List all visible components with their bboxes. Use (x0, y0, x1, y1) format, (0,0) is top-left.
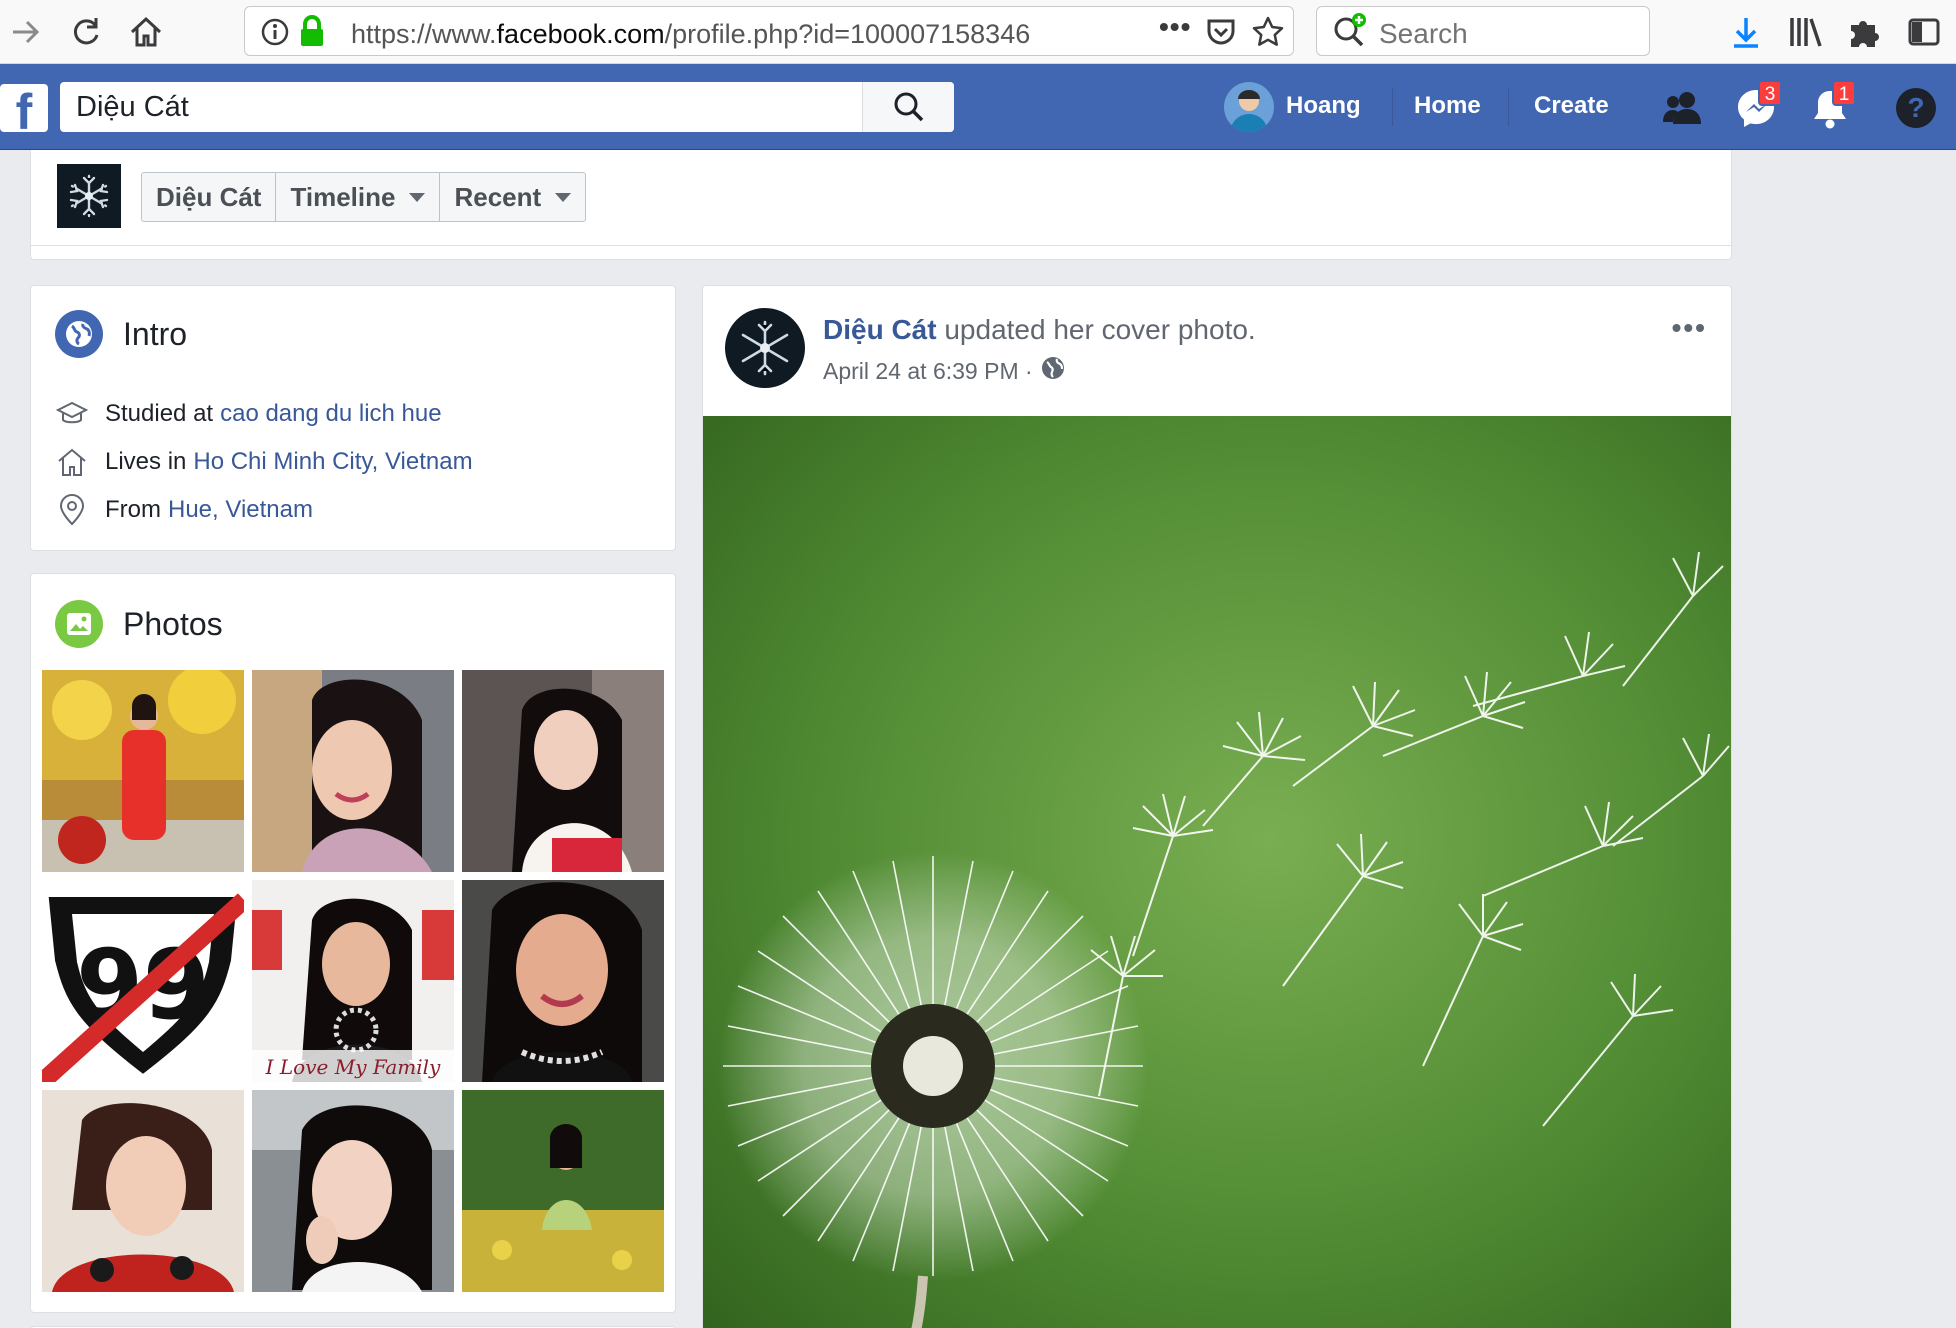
facebook-top-nav: f Diệu Cát Hoang Home Create 3 1 ? (0, 64, 1956, 150)
info-icon[interactable] (261, 18, 289, 51)
bookmark-star-icon[interactable] (1251, 15, 1285, 54)
education-prefix: Studied at (105, 400, 214, 427)
url-text[interactable]: https://www.facebook.com/profile.php?id=… (351, 19, 1071, 50)
facebook-logo[interactable]: f (0, 84, 48, 132)
post-author-avatar[interactable] (725, 308, 805, 388)
house-icon (55, 445, 89, 479)
url-bar[interactable]: https://www.facebook.com/profile.php?id=… (244, 6, 1294, 56)
extensions-icon[interactable] (1842, 10, 1886, 54)
chevron-down-icon (409, 192, 426, 202)
photo-thumbnail[interactable]: 99 (42, 880, 244, 1082)
photo-thumbnail[interactable] (462, 880, 664, 1082)
post-card: Diệu Cát updated her cover photo. April … (702, 285, 1732, 1328)
profile-name-tab[interactable]: Diệu Cát (142, 173, 277, 221)
photos-card: Photos 99 I Love My Family (30, 573, 676, 1313)
help-icon[interactable]: ? (1894, 86, 1938, 130)
messages-badge: 3 (1758, 80, 1782, 106)
photos-title: Photos (123, 606, 223, 642)
profile-mini-avatar[interactable] (57, 164, 121, 228)
lives-prefix: Lives in (105, 448, 187, 475)
notifications-badge: 1 (1832, 80, 1856, 106)
photo-thumbnail[interactable]: I Love My Family (252, 880, 454, 1082)
help-glyph: ? (1896, 88, 1936, 128)
post-timestamp-row: April 24 at 6:39 PM · (823, 356, 1065, 386)
facebook-search-value: Diệu Cát (76, 91, 189, 123)
from-link[interactable]: Hue, Vietnam (168, 496, 313, 524)
timeline-dropdown[interactable]: Timeline (276, 173, 441, 221)
search-engine-icon[interactable] (1331, 11, 1371, 56)
post-action-text: updated her cover photo. (944, 314, 1256, 345)
sidebar-toggle-icon[interactable] (1902, 10, 1946, 54)
facebook-search-input[interactable]: Diệu Cát (60, 82, 954, 132)
browser-toolbar: https://www.facebook.com/profile.php?id=… (0, 0, 1956, 64)
profile-name-label: Diệu Cát (156, 181, 262, 212)
intro-lives-row: Lives in Ho Chi Minh City, Vietnam (55, 444, 473, 480)
lock-icon[interactable] (299, 15, 325, 52)
nav-home-link[interactable]: Home (1414, 92, 1481, 120)
photo-thumbnail[interactable] (462, 670, 664, 872)
photo-thumbnail[interactable] (252, 670, 454, 872)
friend-requests-icon[interactable] (1660, 86, 1704, 130)
profile-header-strip: Diệu Cát Timeline Recent (30, 150, 1732, 260)
globe-icon (55, 310, 103, 358)
location-pin-icon (55, 493, 89, 527)
photo-thumbnail[interactable] (462, 1090, 664, 1292)
nav-divider (1392, 88, 1393, 126)
profile-nav-segmented: Diệu Cát Timeline Recent (141, 172, 587, 222)
nav-profile-link[interactable]: Hoang (1286, 92, 1361, 120)
intro-card: Intro Studied at cao dang du lich hue Li… (30, 285, 676, 551)
recent-label: Recent (454, 181, 542, 212)
browser-search-box[interactable]: Search (1316, 6, 1650, 56)
graduation-cap-icon (55, 397, 89, 431)
forward-icon[interactable] (4, 10, 48, 54)
education-link[interactable]: cao dang du lich hue (220, 400, 442, 428)
photo-thumbnail[interactable] (42, 670, 244, 872)
library-icon[interactable] (1784, 10, 1828, 54)
photo-thumbnail[interactable] (252, 1090, 454, 1292)
downloads-icon[interactable] (1724, 10, 1768, 54)
from-prefix: From (105, 496, 161, 523)
photo-thumbnail[interactable] (42, 1090, 244, 1292)
post-author-link[interactable]: Diệu Cát (823, 314, 937, 345)
user-avatar[interactable] (1224, 82, 1274, 132)
lives-link[interactable]: Ho Chi Minh City, Vietnam (193, 448, 472, 476)
strip-divider (31, 245, 1731, 246)
intro-from-row: From Hue, Vietnam (55, 492, 313, 528)
nav-divider (1508, 88, 1509, 126)
photo-caption-family: I Love My Family (265, 1055, 441, 1079)
post-options-button[interactable]: ••• (1672, 312, 1707, 344)
post-header: Diệu Cát updated her cover photo. (823, 314, 1256, 346)
nav-create-link[interactable]: Create (1534, 92, 1609, 120)
messenger-icon[interactable]: 3 (1734, 80, 1782, 130)
globe-icon[interactable] (1041, 356, 1065, 386)
search-icon (894, 92, 923, 122)
intro-education-row: Studied at cao dang du lich hue (55, 396, 442, 432)
page-actions-icon[interactable]: ••• (1159, 11, 1191, 43)
intro-title: Intro (123, 316, 188, 352)
browser-search-placeholder: Search (1379, 18, 1468, 49)
reload-icon[interactable] (64, 10, 108, 54)
dandelion-image (703, 416, 1731, 1328)
chevron-down-icon (555, 192, 572, 202)
pocket-icon[interactable] (1205, 16, 1237, 53)
timeline-label: Timeline (290, 181, 396, 212)
post-timestamp[interactable]: April 24 at 6:39 PM · (823, 358, 1033, 385)
recent-dropdown[interactable]: Recent (440, 173, 585, 221)
photo-icon (55, 600, 103, 648)
notifications-icon[interactable]: 1 (1808, 80, 1856, 130)
post-cover-photo[interactable] (703, 416, 1731, 1328)
facebook-search-button[interactable] (862, 82, 954, 132)
home-icon[interactable] (124, 10, 168, 54)
